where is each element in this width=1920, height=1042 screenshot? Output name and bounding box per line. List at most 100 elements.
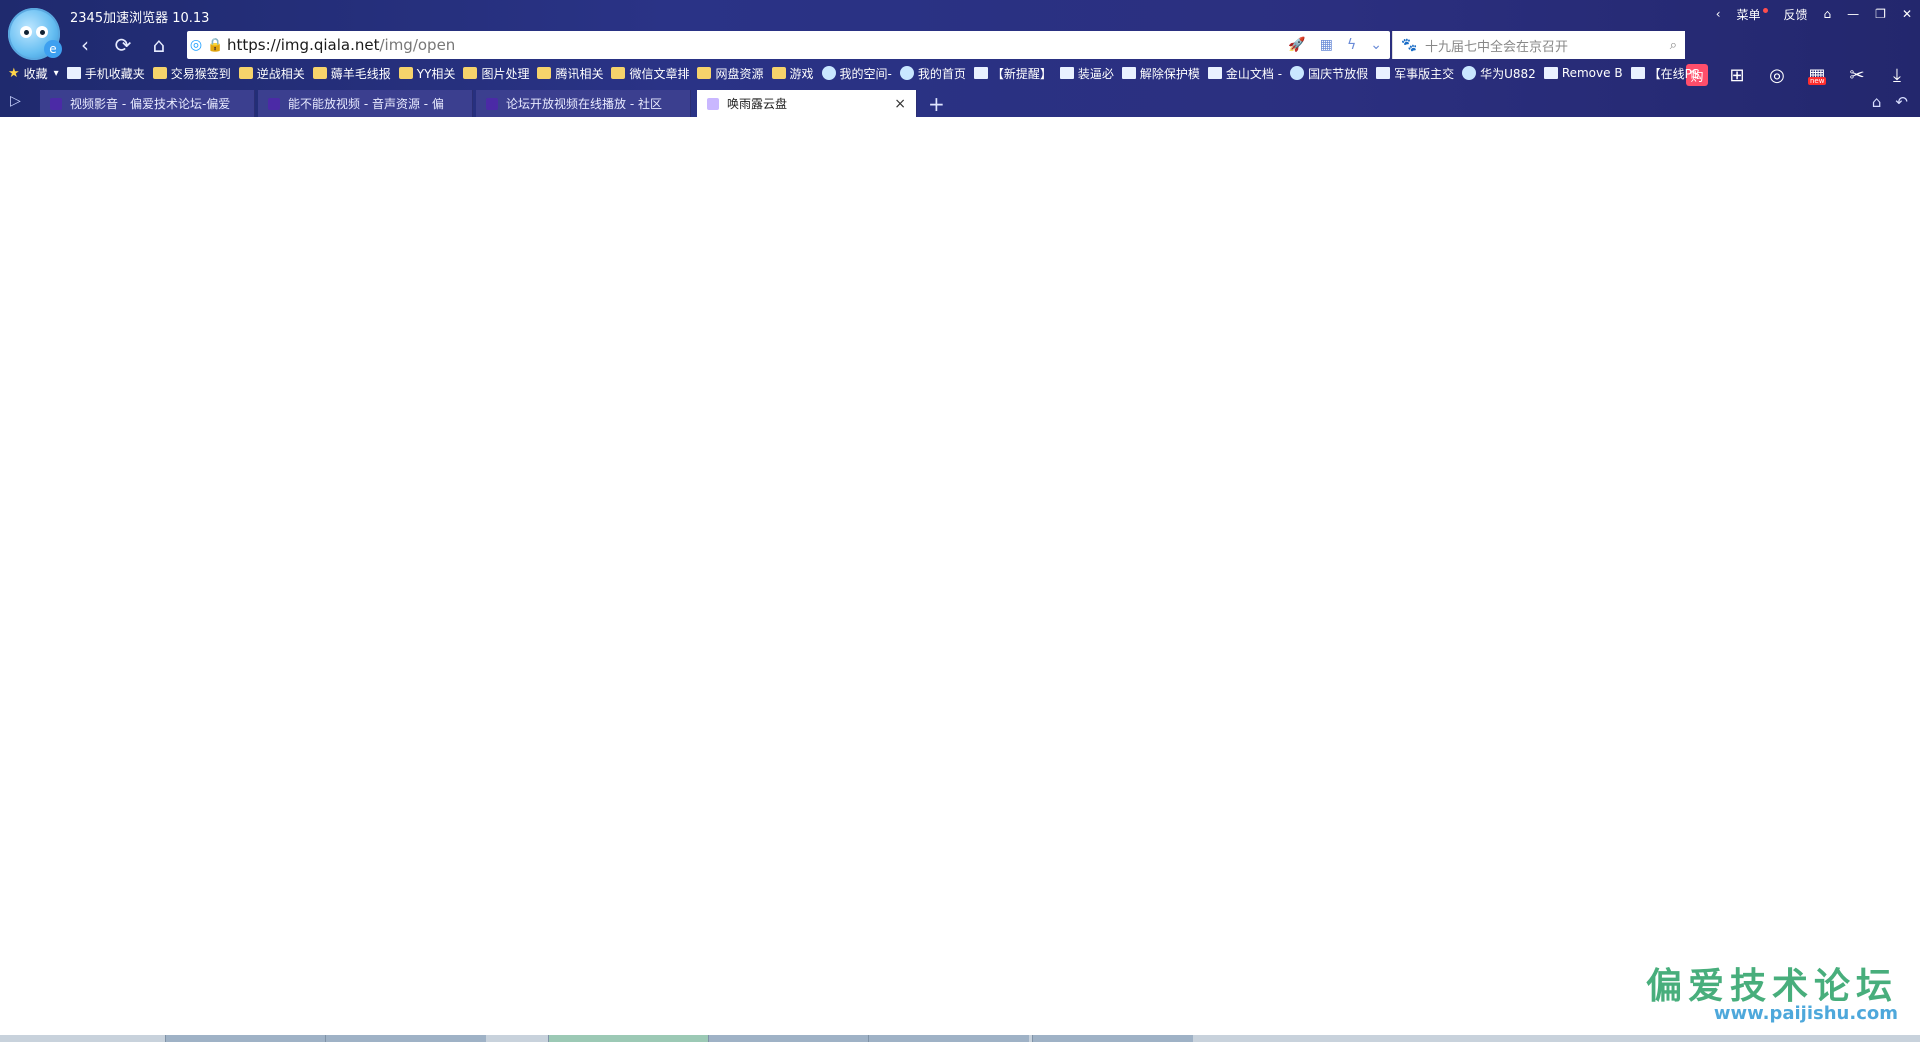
bookmark-item[interactable]: 手机收藏夹 xyxy=(66,65,145,82)
bookmark-label: 金山文档 - xyxy=(1225,66,1283,81)
feedback-button[interactable]: 反馈 xyxy=(1776,0,1816,28)
tab-active[interactable]: 唤雨露云盘 × xyxy=(697,90,917,117)
chevron-down-icon[interactable]: ▾ xyxy=(54,68,59,79)
address-bar[interactable]: ◎ 🔒 https://img.qiala.net/img/open 🚀 ▦ ϟ… xyxy=(187,31,1390,59)
page-icon xyxy=(1059,67,1074,79)
page-icon xyxy=(1121,67,1136,79)
watermark: 偏爱技术论坛 www.paijishu.com xyxy=(1646,957,1898,1024)
watermark-cn: 偏爱技术论坛 xyxy=(1645,966,1898,1007)
url-path: /img/open xyxy=(379,36,456,54)
bookmark-item[interactable]: 金山文档 - xyxy=(1207,65,1283,82)
taskbar-item[interactable] xyxy=(1032,1035,1193,1042)
folder-icon xyxy=(697,67,712,79)
bookmark-item[interactable]: 解除保护模 xyxy=(1121,65,1200,82)
bookmark-item[interactable]: YY相关 xyxy=(398,65,455,82)
page-icon xyxy=(1630,67,1645,79)
bookmark-label: 薅羊毛线报 xyxy=(330,66,391,81)
bookmark-label: 手机收藏夹 xyxy=(84,66,145,81)
bookmark-item[interactable]: 图片处理 xyxy=(463,65,529,82)
close-tab-icon[interactable]: × xyxy=(894,96,906,112)
tab-label: 论坛开放视频在线播放 - 社区 xyxy=(506,97,662,111)
folder-icon xyxy=(312,67,327,79)
bookmark-item[interactable]: 【新提醒】 xyxy=(973,65,1052,82)
bookmark-item[interactable]: 腾讯相关 xyxy=(537,65,603,82)
bookmark-item[interactable]: 军事版主交 xyxy=(1376,65,1454,82)
skin-icon[interactable]: ⌂ xyxy=(1816,0,1840,28)
bookmark-item[interactable]: 游戏 xyxy=(771,65,814,82)
tab[interactable]: 能不能放视频 - 音声资源 - 偏 xyxy=(258,90,473,117)
bookmark-item[interactable]: Remove B xyxy=(1543,66,1623,80)
tab-favicon-icon xyxy=(268,97,280,110)
taskbar-item[interactable] xyxy=(325,1035,486,1042)
taskbar-item[interactable] xyxy=(548,1035,709,1042)
search-box[interactable]: 🐾 十九届七中全会在京召开 ⌕ xyxy=(1392,31,1685,59)
bookmark-item[interactable]: 华为U882 xyxy=(1462,65,1536,82)
sidebar-toggle-icon[interactable]: ▷ xyxy=(10,93,21,109)
tab-favicon-icon xyxy=(486,97,498,110)
bookmark-label: 收藏 xyxy=(23,66,48,81)
bookmark-item[interactable]: 我的空间- xyxy=(821,65,892,82)
collapse-left-icon[interactable]: ‹ xyxy=(1708,0,1729,28)
window-title: 2345加速浏览器 10.13 xyxy=(70,11,210,26)
page-content xyxy=(0,117,1920,1035)
bookmark-item[interactable]: 我的首页 xyxy=(899,65,966,82)
tab-label: 唤雨露云盘 xyxy=(727,97,788,111)
bookmark-label: 我的首页 xyxy=(917,66,966,81)
recycle-icon[interactable]: ⌂ xyxy=(1872,93,1882,111)
restore-icon[interactable]: ❐ xyxy=(1867,0,1894,28)
lightning-icon[interactable]: ϟ xyxy=(1347,37,1356,53)
tab[interactable]: 视频影音 - 偏爱技术论坛-偏爱 xyxy=(40,90,255,117)
bookmark-item[interactable]: 交易猴签到 xyxy=(152,65,231,82)
rocket-icon[interactable]: 🚀 xyxy=(1288,37,1305,53)
bookmark-label: 交易猴签到 xyxy=(170,66,231,81)
home-icon[interactable]: ⌂ xyxy=(144,30,174,60)
watermark-en: www.paijishu.com xyxy=(1713,1003,1898,1024)
star-icon: ★ xyxy=(8,65,20,81)
bookmark-item[interactable]: 微信文章排 xyxy=(611,65,689,82)
menu-button[interactable]: 菜单 xyxy=(1729,0,1776,28)
bookmark-item[interactable]: 装逼必 xyxy=(1059,65,1114,82)
search-engine-icon[interactable]: 🐾 xyxy=(1401,38,1419,53)
chevron-down-icon[interactable]: ⌄ xyxy=(1370,37,1382,53)
refresh-icon[interactable]: ⟳ xyxy=(108,30,138,60)
bookmark-label: 图片处理 xyxy=(481,66,530,81)
tab-favicon-icon xyxy=(50,97,62,110)
page-icon xyxy=(66,67,81,79)
tab-strip: ▷ 视频影音 - 偏爱技术论坛-偏爱 能不能放视频 - 音声资源 - 偏 论坛开… xyxy=(0,87,1920,117)
notification-dot xyxy=(1762,7,1768,13)
taskbar-item[interactable] xyxy=(165,1035,326,1042)
close-icon[interactable]: ✕ xyxy=(1894,0,1920,28)
bookmark-label: 军事版主交 xyxy=(1394,66,1455,81)
folder-icon xyxy=(398,67,413,79)
bookmark-item[interactable]: 【在线PS xyxy=(1630,65,1699,82)
page-icon xyxy=(1543,67,1558,79)
qr-icon[interactable]: ▦ xyxy=(1320,37,1333,53)
bookmark-label: 逆战相关 xyxy=(256,66,305,81)
new-tab-icon[interactable]: + xyxy=(928,92,945,116)
bookmark-item[interactable]: 逆战相关 xyxy=(238,65,305,82)
search-icon[interactable]: ⌕ xyxy=(1670,38,1677,53)
site-info-icon[interactable]: ◎ xyxy=(187,37,205,53)
address-url[interactable]: https://img.qiala.net/img/open xyxy=(227,36,455,54)
folder-icon xyxy=(611,67,626,79)
taskbar-item[interactable] xyxy=(708,1035,869,1042)
bookmark-favorites[interactable]: ★ 收藏 ▾ xyxy=(8,65,59,82)
tab-label: 能不能放视频 - 音声资源 - 偏 xyxy=(288,97,444,111)
lock-icon: 🔒 xyxy=(207,37,224,53)
menu-label: 菜单 xyxy=(1736,7,1761,22)
undo-close-icon[interactable]: ↶ xyxy=(1895,93,1908,111)
bookmark-item[interactable]: 网盘资源 xyxy=(697,65,764,82)
bookmark-label: 网盘资源 xyxy=(715,66,764,81)
minimize-icon[interactable]: — xyxy=(1839,0,1867,28)
page-icon xyxy=(973,67,988,79)
bookmark-label: 游戏 xyxy=(789,66,814,81)
bookmark-item[interactable]: 国庆节放假 xyxy=(1290,65,1368,82)
bookmark-item[interactable]: 薅羊毛线报 xyxy=(312,65,391,82)
address-actions: 🚀 ▦ ϟ ⌄ xyxy=(1288,37,1382,53)
back-icon[interactable]: ‹ xyxy=(70,30,100,60)
folder-icon xyxy=(537,67,552,79)
bookmark-label: 解除保护模 xyxy=(1139,66,1200,81)
tab[interactable]: 论坛开放视频在线播放 - 社区 xyxy=(476,90,691,117)
bookmark-label: 华为U882 xyxy=(1480,66,1536,81)
taskbar-item[interactable] xyxy=(868,1035,1029,1042)
